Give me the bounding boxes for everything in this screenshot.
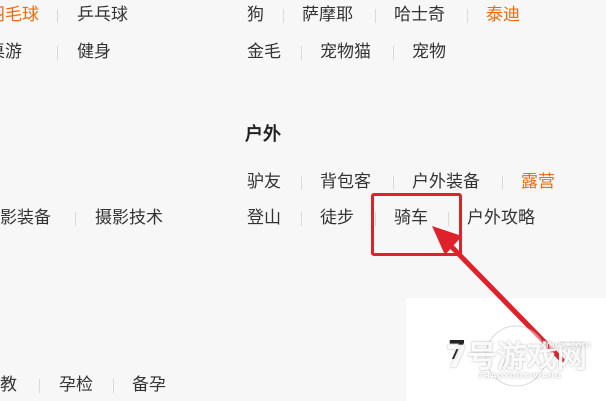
watermark-domain: xiayx.com xyxy=(540,340,592,351)
watermark-logo-text: 7号游戏网 xyxy=(446,340,587,375)
watermark-sub-text: 7HAOYOUXIWANG xyxy=(478,372,562,380)
site-watermark: 7号游戏网 7HAOYOUXIWANG xiayx.com xyxy=(438,320,606,401)
